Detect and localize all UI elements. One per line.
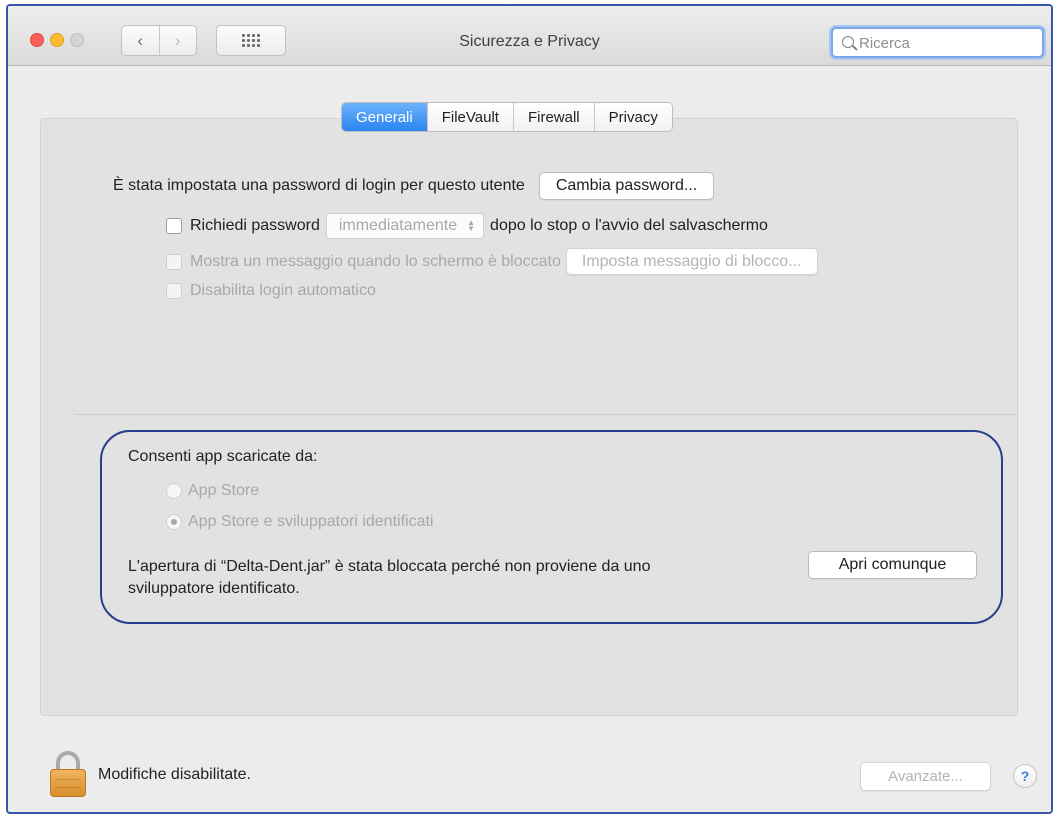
require-password-checkbox[interactable]: [166, 218, 182, 234]
option-app-store-row: App Store: [166, 482, 259, 500]
tab-privacy[interactable]: Privacy: [593, 103, 672, 131]
help-button[interactable]: ?: [1013, 764, 1037, 788]
app-store-label: App Store: [188, 482, 260, 499]
require-password-row: Richiedi password immediatamente ▲ ▼ dopo…: [166, 213, 768, 239]
require-password-delay-value: immediatamente: [338, 217, 458, 234]
option-identified-row: App Store e sviluppatori identificati: [166, 513, 433, 531]
question-mark-icon: ?: [1020, 768, 1030, 784]
tab-generali[interactable]: Generali: [342, 103, 427, 131]
set-lock-message-button[interactable]: Imposta messaggio di blocco...: [565, 248, 818, 275]
disable-autologin-checkbox[interactable]: [166, 283, 182, 299]
preferences-window: ‹ › Sicurezza e Privacy Generali FileVau…: [6, 4, 1053, 814]
radio-selected-dot: [171, 519, 177, 525]
lock-status-row: Modifiche disabilitate.: [98, 766, 251, 784]
tab-firewall[interactable]: Firewall: [512, 103, 594, 131]
updown-arrows-icon: ▲ ▼: [467, 218, 476, 233]
search-input[interactable]: [859, 33, 1039, 53]
app-store-radio[interactable]: [166, 483, 182, 499]
search-icon: [842, 36, 854, 48]
password-status-row: È stata impostata una password di login …: [113, 172, 715, 200]
advanced-button[interactable]: Avanzate...: [860, 762, 991, 791]
gatekeeper-heading: Consenti app scaricate da:: [128, 448, 318, 465]
identified-developers-label: App Store e sviluppatori identificati: [188, 513, 434, 530]
disable-autologin-row: Disabilita login automatico: [166, 282, 376, 300]
identified-developers-radio[interactable]: [166, 514, 182, 530]
section-divider: [74, 414, 1016, 415]
require-password-delay-select[interactable]: immediatamente ▲ ▼: [325, 213, 485, 239]
title-bar: ‹ › Sicurezza e Privacy: [8, 6, 1051, 66]
open-anyway-button[interactable]: Apri comunque: [808, 551, 977, 579]
tab-bar: Generali FileVault Firewall Privacy: [341, 102, 673, 132]
blocked-message-line-1: L'apertura di “Delta-Dent.jar” è stata b…: [128, 558, 651, 575]
settings-panel: [40, 118, 1018, 716]
lock-status-text: Modifiche disabilitate.: [98, 766, 251, 783]
lock-icon[interactable]: [50, 751, 86, 797]
tab-filevault[interactable]: FileVault: [426, 103, 513, 131]
disable-autologin-label: Disabilita login automatico: [190, 282, 376, 299]
require-password-suffix: dopo lo stop o l'avvio del salvaschermo: [490, 217, 768, 234]
change-password-button[interactable]: Cambia password...: [538, 172, 715, 200]
password-status-text: È stata impostata una password di login …: [113, 177, 525, 194]
search-field[interactable]: [831, 27, 1044, 58]
blocked-message-line-2: sviluppatore identificato.: [128, 580, 300, 597]
show-message-row: Mostra un messaggio quando lo schermo è …: [166, 248, 818, 275]
blocked-app-message: L'apertura di “Delta-Dent.jar” è stata b…: [128, 556, 650, 600]
gatekeeper-heading-row: Consenti app scaricate da:: [128, 448, 317, 466]
show-message-checkbox[interactable]: [166, 253, 182, 270]
show-message-label: Mostra un messaggio quando lo schermo è …: [190, 252, 561, 270]
require-password-label: Richiedi password: [190, 217, 320, 234]
